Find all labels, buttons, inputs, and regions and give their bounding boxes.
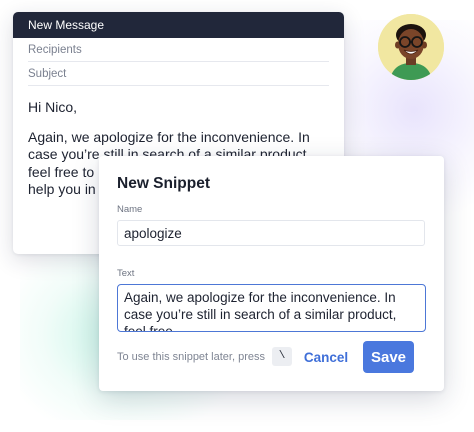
subject-field[interactable]: Subject xyxy=(28,62,329,86)
cancel-button[interactable]: Cancel xyxy=(300,342,352,372)
name-label: Name xyxy=(117,204,143,215)
snippet-text-area[interactable]: Again, we apologize for the inconvenienc… xyxy=(117,284,426,332)
message-body-line: Again, we apologize for the inconvenienc… xyxy=(28,128,310,145)
shortcut-key: \ xyxy=(272,347,292,366)
snippet-name-input[interactable] xyxy=(117,220,425,246)
recipients-field[interactable]: Recipients xyxy=(28,38,329,62)
new-snippet-dialog: New Snippet Name Text Again, we apologiz… xyxy=(99,156,444,391)
save-button[interactable]: Save xyxy=(363,341,414,373)
dialog-title: New Snippet xyxy=(117,175,211,192)
text-label: Text xyxy=(117,268,135,279)
message-greeting: Hi Nico, xyxy=(28,99,78,115)
shortcut-hint: To use this snippet later, press xyxy=(117,351,265,363)
message-window-title: New Message xyxy=(13,12,344,38)
person-avatar-icon xyxy=(378,14,444,80)
user-avatar xyxy=(378,14,444,80)
